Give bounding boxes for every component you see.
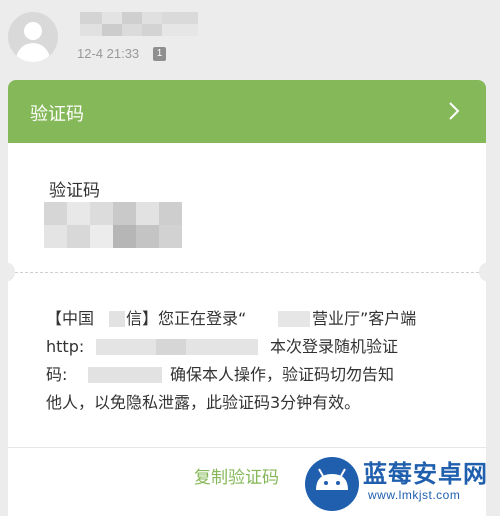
redacted-segment: [278, 311, 310, 327]
sms-text-segment: 确保本人操作，验证码切勿告知: [170, 365, 395, 384]
sender-name-redacted: [80, 12, 198, 36]
sms-text-segment: 信】您正在登录“: [126, 309, 247, 328]
watermark-brand-text: 蓝莓安卓网: [363, 460, 488, 488]
right-notch: [479, 263, 486, 281]
avatar-body-shape: [16, 43, 50, 62]
copy-code-button[interactable]: 复制验证码: [194, 463, 279, 488]
message-timestamp: 12-4 21:33: [77, 46, 140, 61]
site-watermark: 蓝莓安卓网 www.lmkjst.com: [298, 448, 500, 516]
sms-text-segment: 他人，以免隐私泄露，此验证码3分钟有效。: [46, 393, 361, 412]
redacted-segment: [156, 339, 186, 355]
avatar-head-shape: [24, 22, 42, 40]
android-logo-icon: [305, 457, 359, 511]
redacted-segment: [88, 367, 162, 383]
chevron-right-icon[interactable]: [444, 99, 464, 123]
sms-text-segment: 【中国: [46, 309, 95, 328]
left-notch: [8, 263, 15, 281]
code-label: 验证码: [49, 181, 100, 201]
verification-code-redacted: [44, 202, 184, 248]
sms-text-segment: 营业厅”客户端: [312, 309, 417, 328]
card-header[interactable]: 验证码: [8, 80, 486, 143]
sms-text-segment: 码:: [46, 365, 68, 384]
card-header-title: 验证码: [30, 104, 84, 125]
sim-slot-badge: 1: [153, 47, 166, 61]
sms-text-segment: http:: [46, 337, 85, 356]
dashed-divider: [10, 272, 484, 273]
watermark-url: www.lmkjst.com: [368, 488, 461, 502]
sender-avatar[interactable]: [8, 12, 58, 62]
sms-text-segment: 本次登录随机验证: [270, 337, 399, 356]
redacted-segment: [109, 311, 125, 327]
